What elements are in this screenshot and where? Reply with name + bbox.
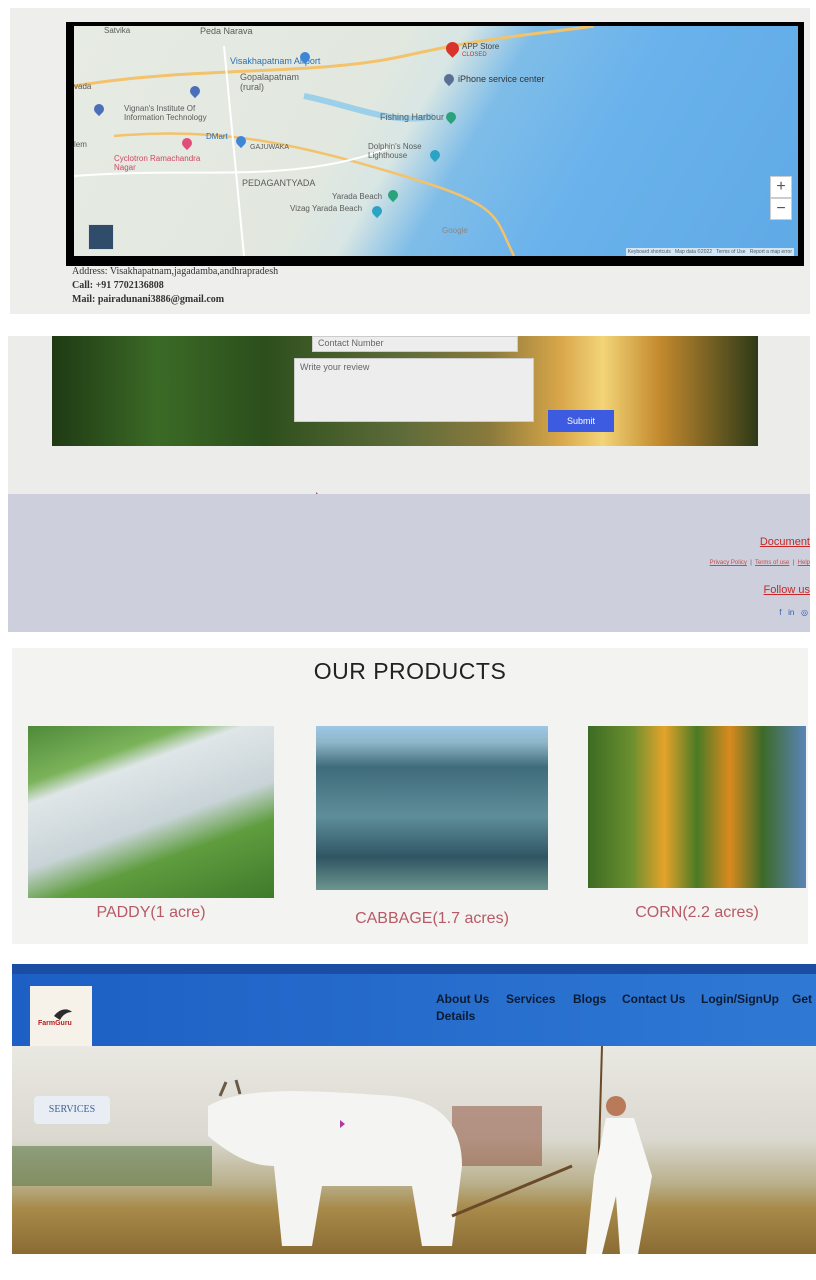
map-label-peda-narava: Peda Narava: [200, 26, 253, 36]
nav-services[interactable]: Services: [506, 992, 555, 1006]
footer-links: Privacy Policy | Terms of use | Help: [710, 560, 810, 566]
product-caption: PADDY(1 acre): [96, 904, 206, 921]
google-logo: Google: [442, 226, 468, 235]
linkedin-icon[interactable]: in: [788, 608, 794, 617]
google-map[interactable]: Satvika Peda Narava vada Visakhapatnam A…: [74, 26, 798, 256]
map-label-gopalapatnam: Gopalapatnam (rural): [240, 72, 300, 92]
footer-separator-2: |: [792, 560, 795, 566]
map-label-vada: vada: [74, 82, 92, 91]
terms-of-use-link[interactable]: Terms of use: [755, 560, 789, 566]
cabbage-image: [316, 726, 548, 890]
contact-address: Address: Visakhapatnam,jagadamba,andhrap…: [72, 266, 279, 277]
instagram-icon[interactable]: ◎: [801, 608, 808, 617]
corn-image: [588, 726, 806, 888]
map-label-pedagantyada: PEDAGANTYADA: [242, 178, 316, 188]
map-label-satvika: Satvika: [104, 26, 131, 35]
map-label-lem: lem: [74, 140, 87, 149]
submit-button[interactable]: Submit: [548, 410, 614, 432]
paddy-image: [28, 726, 274, 898]
site-navbar: FarmGuru About Us Services Blogs Contact…: [12, 974, 816, 1048]
nav-login-signup[interactable]: Login/SignUp: [701, 992, 779, 1006]
map-frame: Satvika Peda Narava vada Visakhapatnam A…: [66, 22, 804, 266]
social-icons: f in ◎: [779, 608, 808, 617]
zoom-out-button[interactable]: −: [770, 198, 792, 220]
attr-report-error[interactable]: Report a map error: [750, 249, 792, 255]
map-label-yarada-beach: Yarada Beach: [332, 192, 383, 201]
hero-banner: SERVICES: [12, 1046, 816, 1254]
footer-separator: |: [750, 560, 752, 566]
map-label-vizag-yarada-beach: Vizag Yarada Beach: [290, 204, 363, 213]
site-footer: Document Privacy Policy | Terms of use |…: [8, 494, 810, 632]
help-link[interactable]: Help: [798, 560, 810, 566]
map-attribution: Keyboard shortcuts Map data ©2022 Terms …: [625, 248, 794, 256]
contact-mail: Mail: pairadunani3886@gmail.com: [72, 294, 225, 305]
product-caption: CABBAGE(1.7 acres): [355, 910, 509, 927]
mouse-cursor-icon: [340, 1120, 345, 1128]
products-section: OUR PRODUCTS PADDY(1 acre) CABBAGE(1.7 a…: [12, 648, 808, 944]
browser-top-strip: [12, 964, 816, 974]
site-logo[interactable]: FarmGuru: [30, 986, 92, 1048]
nav-get-details[interactable]: Get: [792, 992, 812, 1006]
contact-number-input[interactable]: Contact Number: [312, 336, 518, 352]
bird-logo-icon: [54, 1009, 72, 1020]
nav-details[interactable]: Details: [436, 1009, 475, 1023]
map-label-gajuwaka: GAJUWAKA: [250, 144, 290, 151]
nav-contact-us[interactable]: Contact Us: [622, 992, 685, 1006]
attr-keyboard-shortcuts[interactable]: Keyboard shortcuts: [628, 249, 671, 255]
services-button[interactable]: SERVICES: [34, 1096, 110, 1124]
map-label-app-store-status: CLOSED: [462, 52, 487, 58]
products-title: OUR PRODUCTS: [313, 658, 507, 684]
map-label-dmart: DMart: [206, 132, 228, 141]
hero-illustration: [12, 1046, 652, 1254]
zoom-in-button[interactable]: +: [770, 176, 792, 198]
privacy-policy-link[interactable]: Privacy Policy: [710, 560, 747, 566]
nav-about-us[interactable]: About Us: [436, 992, 489, 1006]
contact-call: Call: +91 7702136808: [72, 280, 164, 291]
map-label-vignan: Vignan's Institute Of Information Techno…: [124, 104, 207, 122]
satellite-toggle-thumbnail[interactable]: [88, 224, 114, 250]
nav-blogs[interactable]: Blogs: [573, 992, 606, 1006]
product-card-cabbage[interactable]: CABBAGE(1.7 acres): [316, 726, 548, 936]
attr-terms[interactable]: Terms of Use: [716, 249, 745, 255]
map-label-app-store: APP Store: [462, 42, 500, 51]
review-footer-section: Contact Number Write your review Submit …: [8, 336, 810, 632]
product-caption: CORN(2.2 acres): [635, 904, 759, 921]
logo-text: FarmGuru: [38, 1020, 72, 1027]
product-card-corn[interactable]: CORN(2.2 acres): [588, 726, 806, 936]
product-card-paddy[interactable]: PADDY(1 acre): [28, 726, 274, 936]
map-label-cyclotron: Cyclotron Ramachandra Nagar: [114, 154, 201, 172]
footer-documents-heading: Document: [759, 536, 810, 548]
map-label-dolphins-nose: Dolphin's Nose Lighthouse: [368, 142, 422, 160]
contact-map-section: Satvika Peda Narava vada Visakhapatnam A…: [10, 8, 810, 314]
home-header-section: FarmGuru About Us Services Blogs Contact…: [12, 964, 816, 1254]
footer-follow-heading: Follow us: [763, 584, 810, 596]
facebook-icon[interactable]: f: [779, 608, 781, 617]
attr-map-data: Map data ©2022: [675, 249, 713, 255]
review-textarea[interactable]: Write your review: [294, 358, 534, 422]
map-label-iphone-service: iPhone service center: [458, 74, 545, 84]
map-label-fishing-harbour: Fishing Harbour: [380, 112, 445, 122]
